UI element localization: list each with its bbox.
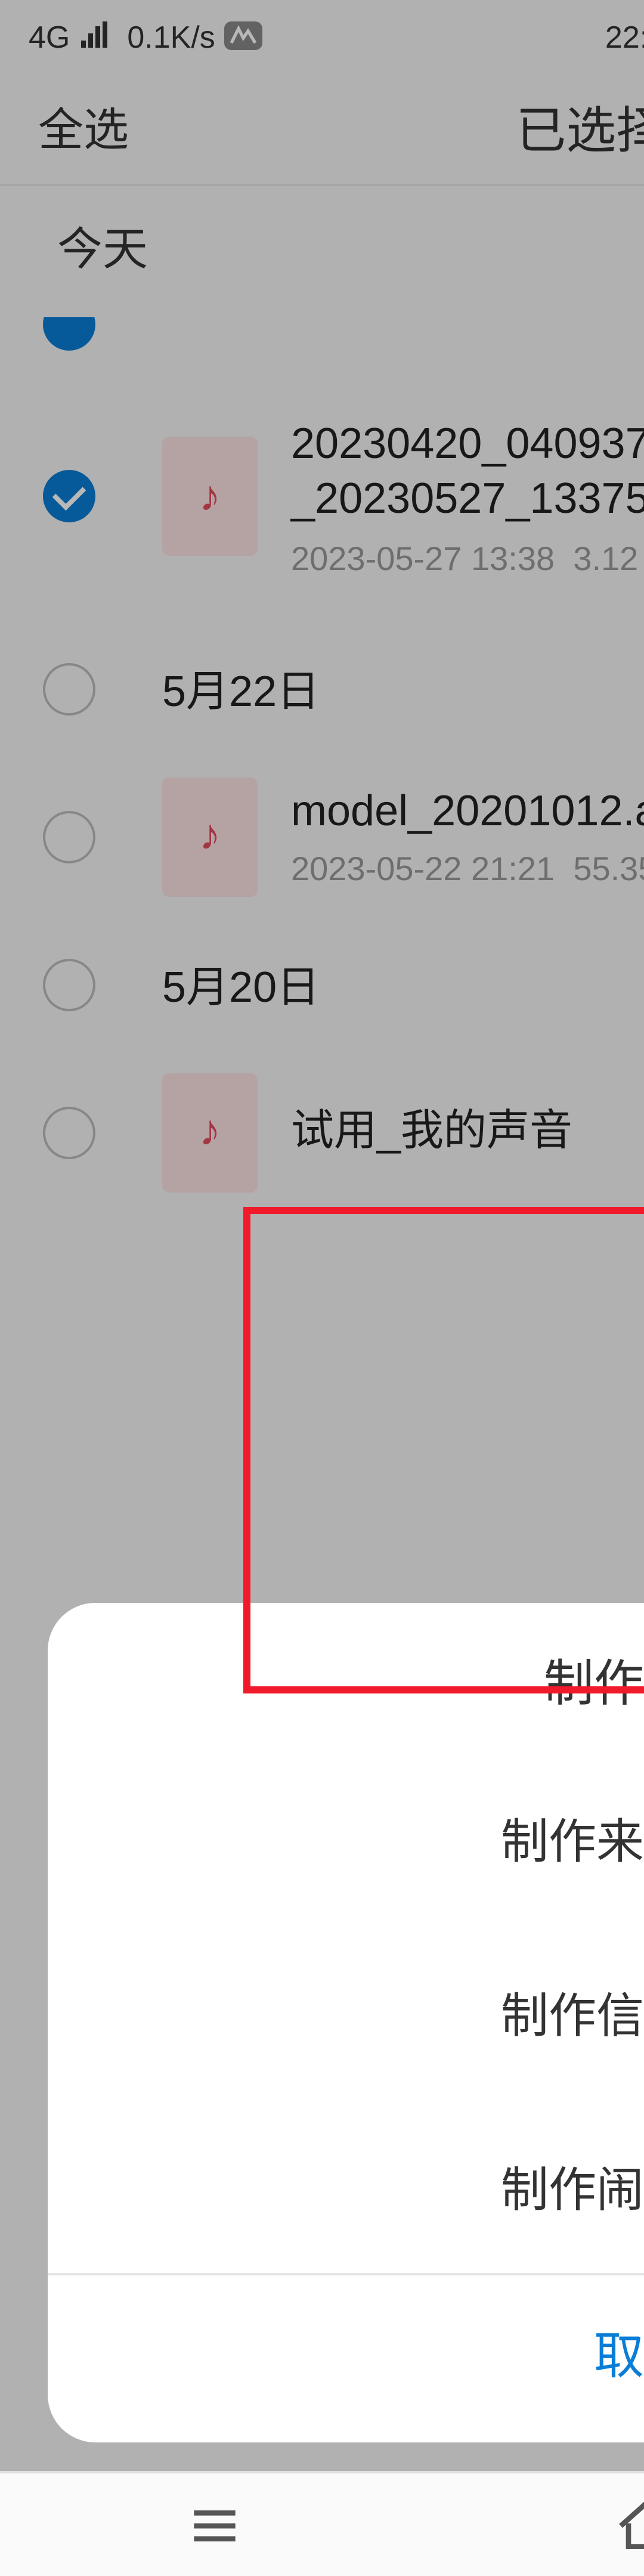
dialog-cancel-button[interactable]: 取消 [48, 2275, 644, 2433]
home-icon[interactable] [613, 2494, 644, 2556]
ringtone-dialog: 制作铃声 制作来电铃声 制作信息铃声 制作闹钟铃声 取消 [48, 1603, 644, 2442]
make-message-ringtone[interactable]: 制作信息铃声 [48, 1925, 644, 2099]
dialog-title: 制作铃声 [48, 1603, 644, 1751]
make-call-ringtone[interactable]: 制作来电铃声 [48, 1751, 644, 1925]
make-alarm-ringtone[interactable]: 制作闹钟铃声 [48, 2099, 644, 2273]
system-navbar [0, 2471, 644, 2576]
recent-apps-icon[interactable] [184, 2494, 246, 2556]
